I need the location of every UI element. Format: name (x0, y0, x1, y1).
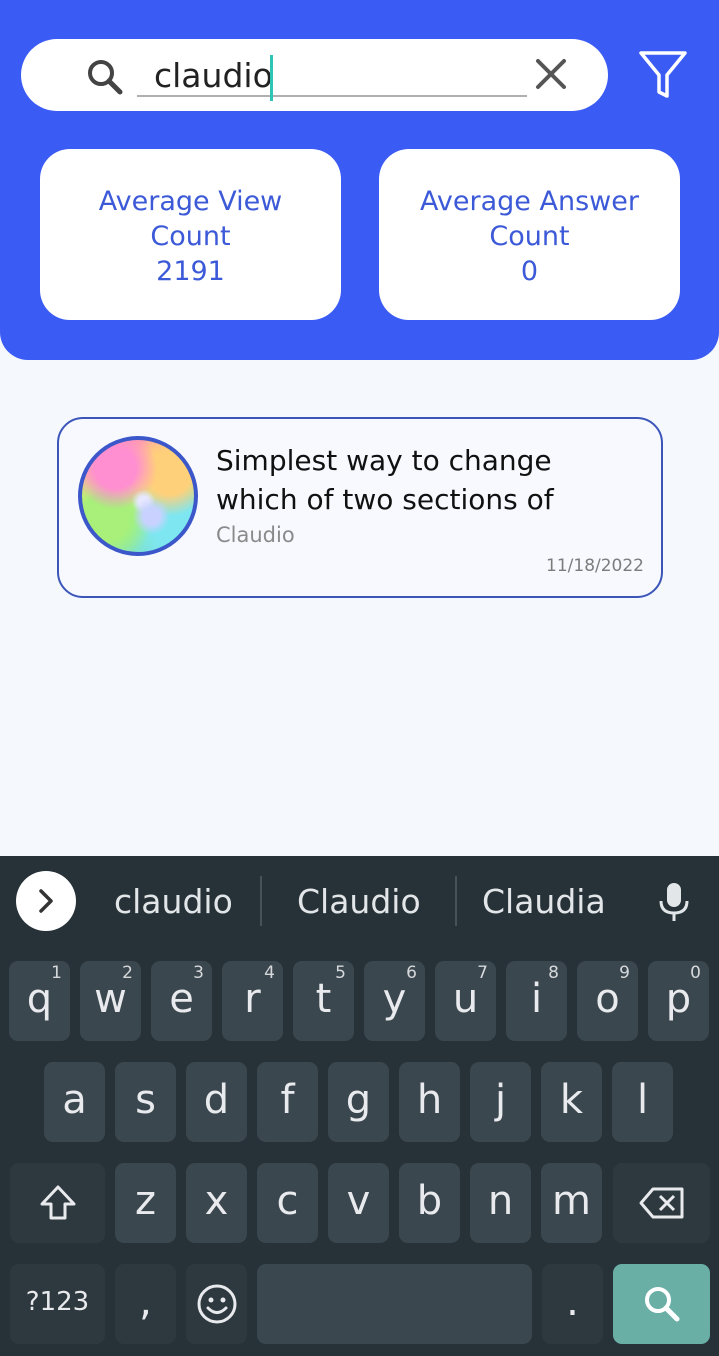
key-g[interactable]: g (328, 1062, 389, 1142)
key-k[interactable]: k (541, 1062, 602, 1142)
suggestion-strip: claudio Claudio Claudia (0, 856, 719, 948)
emoji-key[interactable] (186, 1264, 247, 1344)
stat-label: Average View Count (98, 186, 283, 252)
key-hint: 1 (51, 963, 62, 983)
key-hint: 4 (264, 963, 275, 983)
comma-key[interactable]: , (115, 1264, 176, 1344)
filter-icon[interactable] (636, 48, 690, 102)
symbols-key[interactable]: ?123 (10, 1264, 105, 1344)
key-hint: 2 (122, 963, 133, 983)
key-y[interactable]: y6 (364, 961, 425, 1041)
key-m[interactable]: m (541, 1163, 602, 1243)
close-icon[interactable] (532, 55, 570, 93)
key-label: e (169, 976, 194, 1022)
emoji-icon (197, 1284, 236, 1324)
search-key[interactable] (613, 1264, 710, 1344)
question-author: Claudio (216, 523, 295, 547)
key-label: r (244, 976, 261, 1022)
shift-icon (40, 1185, 75, 1220)
key-label: p (665, 976, 692, 1022)
header: claudio Average View Count 2191 Average … (0, 0, 719, 360)
divider (455, 876, 457, 926)
search-query: claudio (154, 56, 273, 95)
expand-toolbar-button[interactable] (16, 871, 76, 931)
key-o[interactable]: o9 (577, 961, 638, 1041)
period-key[interactable]: . (542, 1264, 603, 1344)
key-b[interactable]: b (399, 1163, 460, 1243)
key-w[interactable]: w2 (80, 961, 141, 1041)
key-hint: 7 (477, 963, 488, 983)
key-hint: 8 (548, 963, 559, 983)
key-hint: 3 (193, 963, 204, 983)
key-h[interactable]: h (399, 1062, 460, 1142)
key-z[interactable]: z (115, 1163, 176, 1243)
key-label: t (315, 976, 332, 1022)
key-i[interactable]: i8 (506, 961, 567, 1041)
average-answer-count-card: Average Answer Count 0 (379, 149, 680, 320)
search-input[interactable]: claudio (137, 53, 527, 101)
soft-keyboard: claudio Claudio Claudia q1w2e3r4t5y6u7i8… (0, 856, 719, 1356)
suggestion-1[interactable]: claudio (114, 880, 233, 924)
key-label: y (382, 976, 407, 1022)
question-date: 11/18/2022 (546, 556, 644, 576)
key-j[interactable]: j (470, 1062, 531, 1142)
chevron-right-icon (39, 889, 53, 913)
key-v[interactable]: v (328, 1163, 389, 1243)
key-e[interactable]: e3 (151, 961, 212, 1041)
space-key[interactable] (257, 1264, 532, 1344)
key-n[interactable]: n (470, 1163, 531, 1243)
question-card[interactable]: Simplest way to change which of two sect… (57, 417, 663, 598)
key-l[interactable]: l (612, 1062, 673, 1142)
key-label: q (26, 976, 53, 1022)
stat-value: 0 (520, 256, 539, 287)
stat-label: Average Answer Count (420, 186, 639, 252)
key-s[interactable]: s (115, 1062, 176, 1142)
text-cursor (270, 55, 273, 101)
suggestion-2[interactable]: Claudio (297, 880, 421, 924)
key-hint: 9 (619, 963, 630, 983)
key-label: i (530, 976, 543, 1022)
key-u[interactable]: u7 (435, 961, 496, 1041)
mic-icon[interactable] (656, 882, 692, 922)
key-hint: 5 (335, 963, 346, 983)
shift-key[interactable] (10, 1163, 105, 1243)
key-d[interactable]: d (186, 1062, 247, 1142)
backspace-icon (639, 1187, 683, 1219)
avatar (78, 436, 198, 556)
search-icon (88, 60, 123, 95)
key-x[interactable]: x (186, 1163, 247, 1243)
stat-value: 2191 (156, 256, 225, 287)
key-f[interactable]: f (257, 1062, 318, 1142)
search-bar[interactable]: claudio (21, 39, 608, 111)
suggestion-3[interactable]: Claudia (482, 880, 606, 924)
question-title: Simplest way to change which of two sect… (216, 444, 554, 516)
key-hint: 6 (406, 963, 417, 983)
key-p[interactable]: p0 (648, 961, 709, 1041)
search-icon (644, 1287, 679, 1322)
key-c[interactable]: c (257, 1163, 318, 1243)
divider (260, 876, 262, 926)
key-a[interactable]: a (44, 1062, 105, 1142)
average-view-count-card: Average View Count 2191 (40, 149, 341, 320)
key-r[interactable]: r4 (222, 961, 283, 1041)
key-label: o (595, 976, 620, 1022)
key-label: u (452, 976, 479, 1022)
backspace-key[interactable] (613, 1163, 710, 1243)
key-t[interactable]: t5 (293, 961, 354, 1041)
key-q[interactable]: q1 (9, 961, 70, 1041)
key-hint: 0 (690, 963, 701, 983)
